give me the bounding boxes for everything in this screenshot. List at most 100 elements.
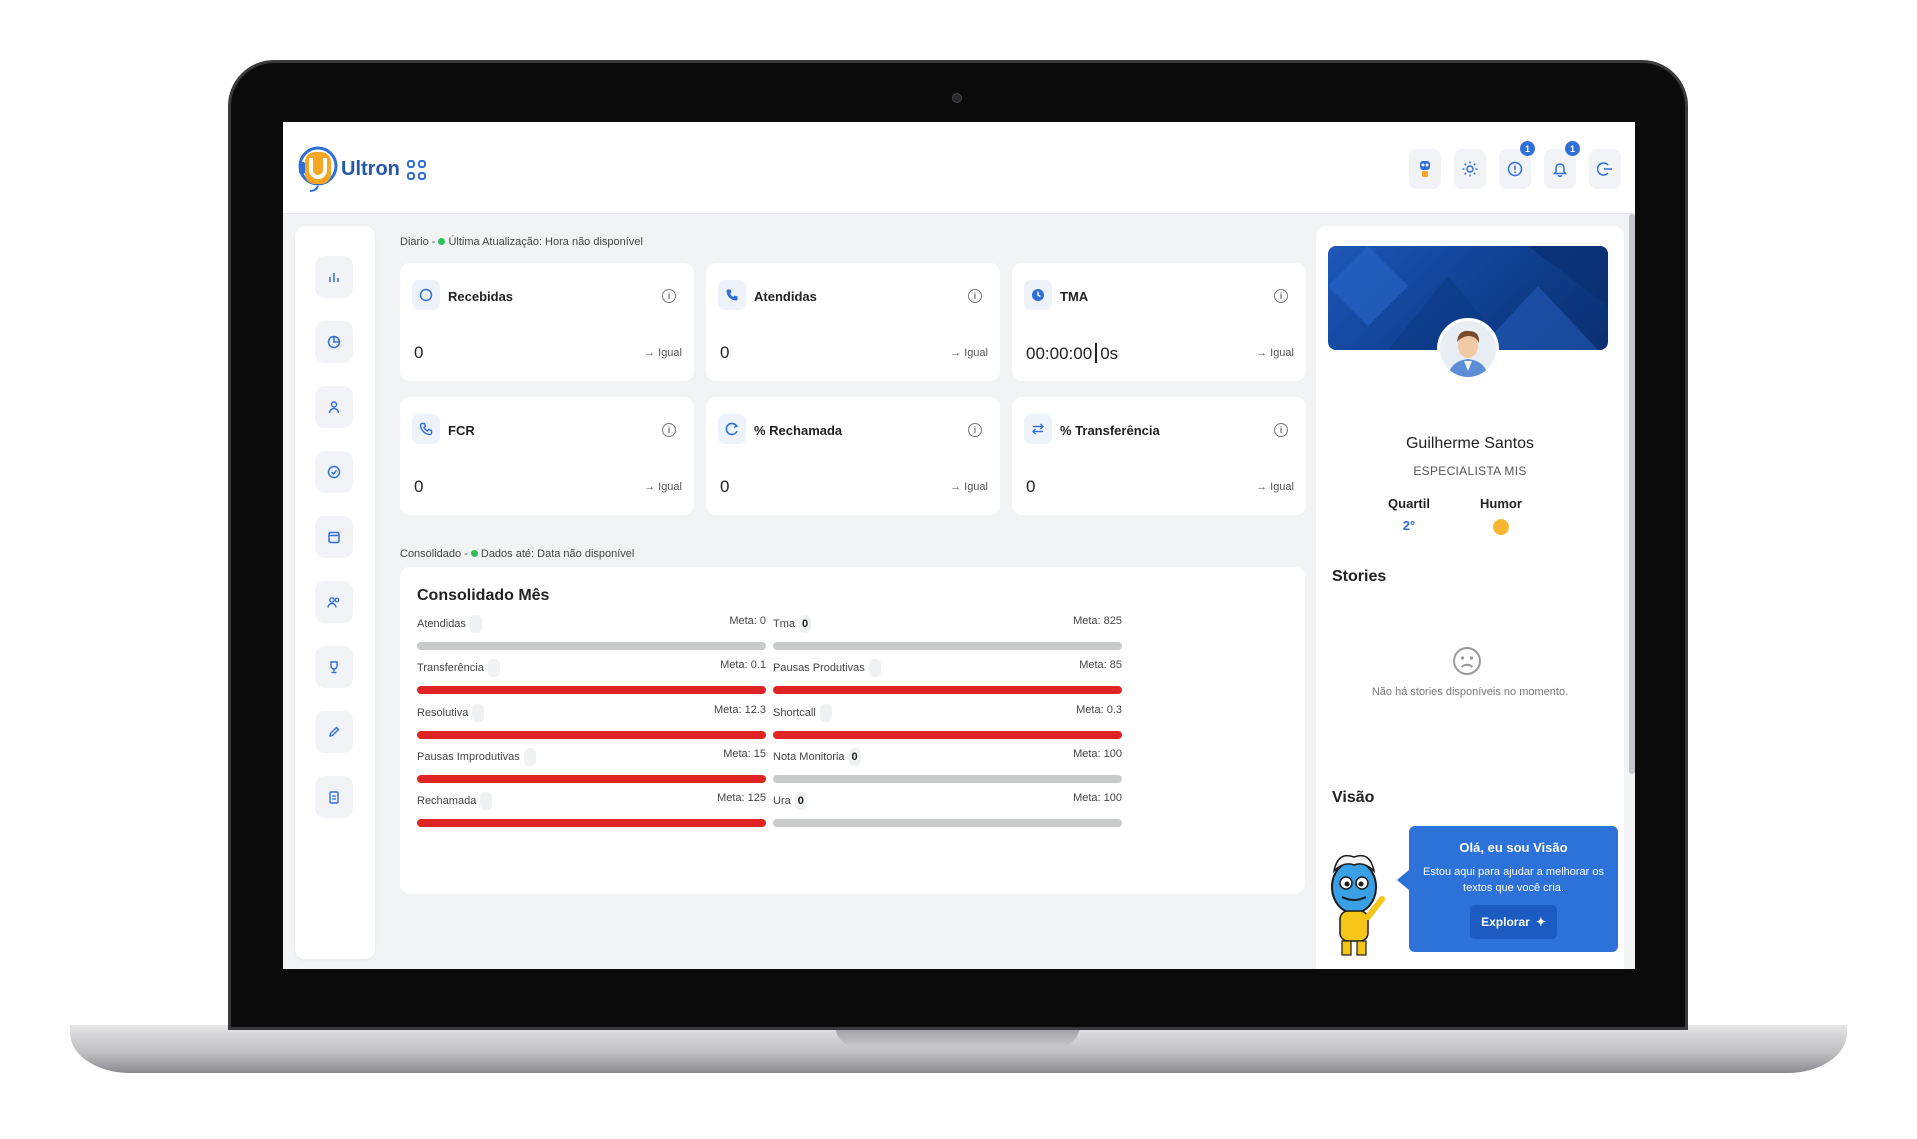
kpi-value: 0 [720,477,730,496]
consolidated-panel: Consolidado Mês Atendidas Meta: 0 Tma 0 Meta… [400,567,1305,894]
visao-assistant-card: Olá, eu sou Visão Estou aqui para ajudar… [1397,826,1618,952]
sidebar-item-clipboard[interactable] [315,776,353,818]
kpi-card-rechamada[interactable]: % Rechamada i 0 → Igual [706,397,1000,515]
metric-label: Transferência [417,659,500,677]
stories-title: Stories [1332,568,1387,585]
sparkle-icon: ✦ [1535,915,1546,929]
explorar-button[interactable]: Explorar ✦ [1470,905,1557,939]
alert-circle-icon [1507,161,1523,177]
metric-value [819,704,832,722]
visao-text: Estou aqui para ajudar a melhorar os tex… [1423,866,1604,894]
metric-meta: Meta: 100 [1073,748,1122,760]
info-icon[interactable]: i [968,423,982,437]
metric-name: Ura [773,794,791,807]
laptop-frame: Ultron 1 1 Diario - Última Atualização: … [0,0,1917,1139]
kpi-card-tma[interactable]: TMA i 00:00:00 0s → Igual [1012,263,1306,381]
profile-panel: Guilherme Santos ESPECIALISTA MIS Quarti… [1316,226,1624,969]
phone-icon [718,280,746,310]
kpi-title: TMA [1060,289,1089,304]
kpi-trend: → Igual [1256,347,1294,359]
metric-meta: Meta: 12.3 [714,704,766,716]
metric-meta: Meta: 0 [729,615,766,627]
metric-label: Pausas Improdutivas [417,748,536,766]
kpi-value-time: 00:00:00 [1026,343,1093,363]
metric-meta: Meta: 15 [723,748,766,760]
humor-label: Humor [1480,496,1522,511]
scrollbar[interactable] [1629,214,1635,774]
notifications-button[interactable]: 1 [1544,141,1580,189]
info-icon[interactable]: i [1274,423,1288,437]
consolidated-section-label: Consolidado - Dados até: Data não disponí… [400,548,634,560]
metric-progress-bar [773,775,1122,783]
apps-grid-icon[interactable] [407,160,427,180]
sidebar-item-reports[interactable] [315,321,353,363]
pencil-icon [329,726,340,737]
daily-section-label: Diario - Última Atualização: Hora não dis… [400,236,643,248]
metric-name: Atendidas [417,617,466,630]
info-icon[interactable]: i [968,289,982,303]
metric-meta: Meta: 0.3 [1076,704,1122,716]
kpi-title: Recebidas [448,289,514,304]
alerts-badge: 1 [1520,141,1535,156]
logout-button[interactable] [1589,149,1621,189]
metric-row: Nota Monitoria 0 Meta: 100 [773,748,1122,790]
metric-name: Transferência [417,661,484,674]
kpi-value: 0 [414,477,424,496]
consolidated-title: Consolidado Mês [417,587,550,604]
metric-label: Rechamada [417,792,493,810]
theme-toggle-button[interactable] [1454,149,1486,189]
kpi-title: % Rechamada [754,423,843,438]
kpi-value-seconds: 0s [1100,343,1119,363]
notifications-badge: 1 [1565,141,1580,156]
kpi-card-fcr[interactable]: FCR i 0 → Igual [400,397,694,515]
metric-row: Atendidas Meta: 0 [417,615,766,657]
sun-icon [1462,161,1478,177]
redo-icon [718,414,746,444]
kpi-value: 00:00:00 0s [1026,343,1118,366]
header-actions: 1 1 [1409,141,1621,189]
clock-icon [1024,280,1052,310]
kpi-card-transferencia[interactable]: % Transferência i 0 → Igual [1012,397,1306,515]
metric-value: 0 [794,792,807,810]
sidebar-item-schedule[interactable] [315,451,353,493]
metric-progress-bar [417,642,766,650]
info-icon[interactable]: i [1274,289,1288,303]
sidebar-item-calendar[interactable] [315,516,353,558]
kpi-card-recebidas[interactable]: Recebidas i 0 → Igual [400,263,694,381]
status-dot [470,550,478,558]
sidebar-item-edit[interactable] [315,711,353,753]
phone-call-icon [412,414,440,444]
robot-button[interactable] [1409,149,1441,189]
metric-label: Shortcall [773,704,832,722]
sidebar-item-team[interactable] [315,581,353,623]
info-icon[interactable]: i [662,289,676,303]
metric-meta: Meta: 85 [1079,659,1122,671]
sidebar-item-dashboard[interactable] [315,256,353,298]
kpi-card-atendidas[interactable]: Atendidas i 0 → Igual [706,263,1000,381]
metric-label: Atendidas [417,615,482,633]
metric-value [868,659,881,677]
metric-progress-bar [417,819,766,827]
metric-row: Rechamada Meta: 125 [417,792,766,834]
users-icon [327,597,340,608]
metric-value: 0 [848,748,861,766]
kpi-value: 0 [414,343,424,362]
metric-name: Pausas Improdutivas [417,750,520,763]
metric-meta: Meta: 100 [1073,792,1122,804]
metric-name: Tma [773,617,795,630]
visao-heading: Olá, eu sou Visão [1459,840,1568,855]
metric-meta: Meta: 125 [717,792,766,804]
info-icon[interactable]: i [662,423,676,437]
sidebar-item-ranking[interactable] [315,646,353,688]
alerts-button[interactable]: 1 [1499,141,1535,189]
kpi-trend: → Igual [1256,481,1294,493]
avatar[interactable] [1437,318,1499,380]
metric-name: Shortcall [773,706,816,719]
kpi-trend: → Igual [950,347,988,359]
metric-name: Pausas Produtivas [773,661,865,674]
metric-row: Shortcall Meta: 0.3 [773,704,1122,746]
daily-label-prefix: Diario - [400,236,436,248]
profile-role: ESPECIALISTA MIS [1413,464,1527,478]
kpi-trend: → Igual [950,481,988,493]
sidebar-item-profile[interactable] [315,386,353,428]
